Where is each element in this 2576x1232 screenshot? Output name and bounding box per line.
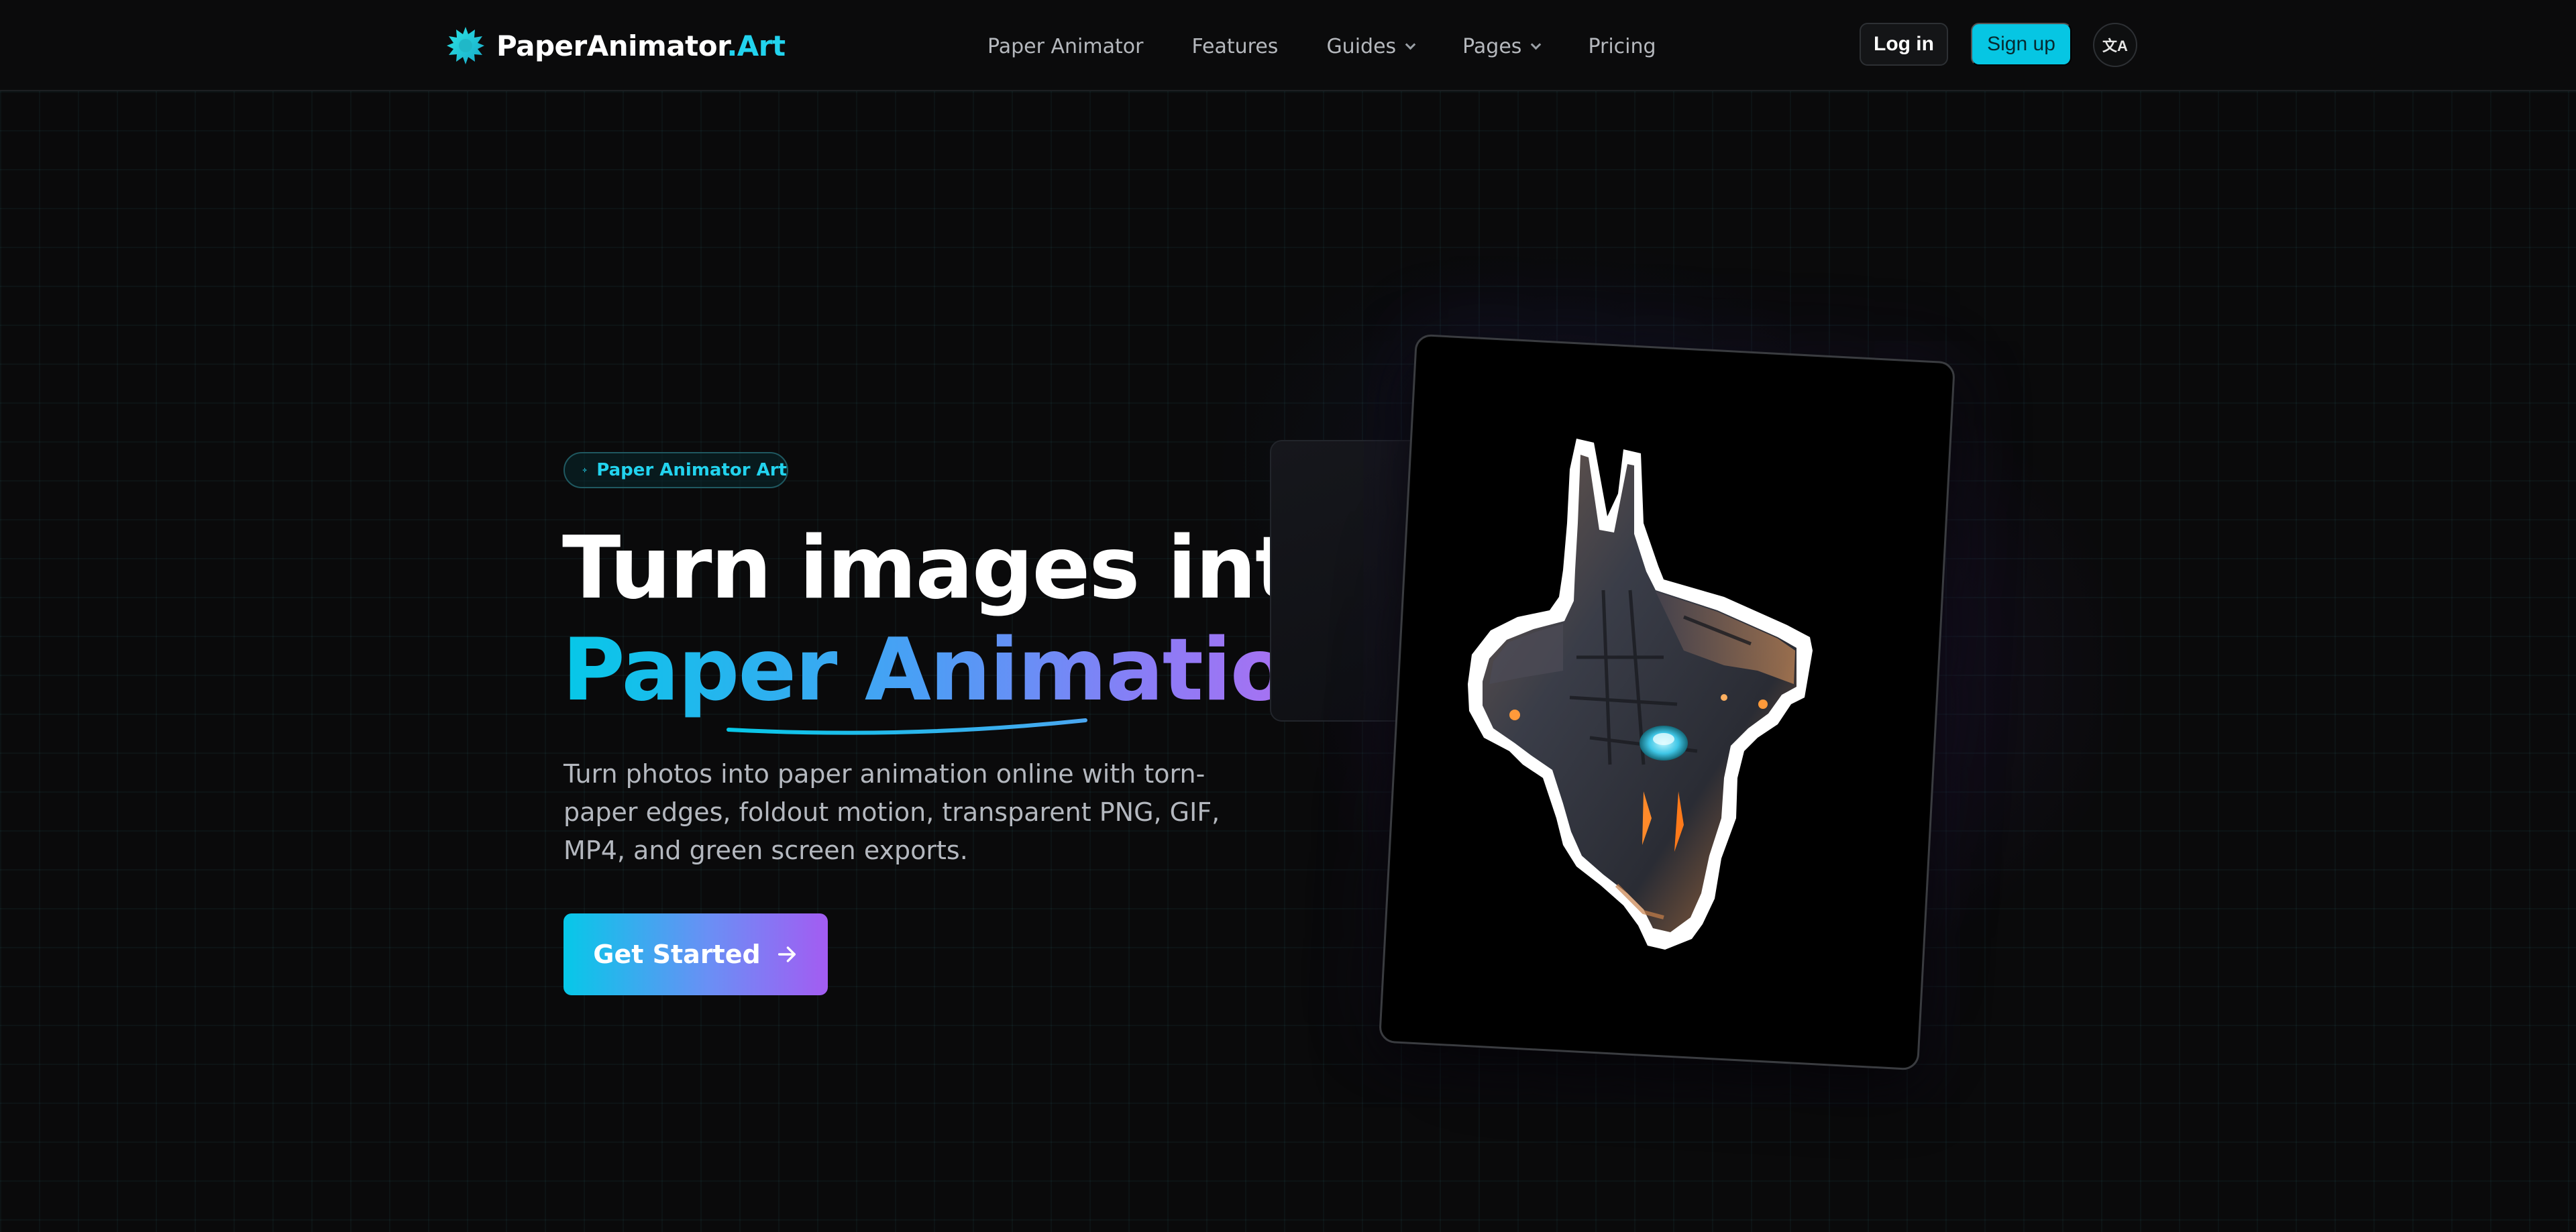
- nav-link-label: Guides: [1326, 34, 1397, 58]
- nav-link-label: Pages: [1462, 34, 1522, 58]
- brand-name-accent: .Art: [727, 29, 786, 62]
- sparkle-icon: [582, 467, 587, 473]
- cta-label: Get Started: [593, 940, 761, 969]
- hero-title: Turn images into: [562, 518, 1354, 618]
- arrow-right-icon: [777, 946, 796, 962]
- nav-link-guides[interactable]: Guides: [1326, 34, 1416, 58]
- main-nav: Paper Animator Features Guides Pages Pri…: [987, 30, 1656, 63]
- nav-link-label: Paper Animator: [987, 34, 1144, 58]
- brand-name-main: PaperAnimator: [496, 29, 727, 62]
- nav-link-pricing[interactable]: Pricing: [1588, 35, 1656, 58]
- get-started-button[interactable]: Get Started: [564, 913, 828, 995]
- nav-link-features[interactable]: Features: [1191, 35, 1278, 58]
- hero-title-accent: Paper Animation: [562, 620, 1349, 720]
- nav-link-pages[interactable]: Pages: [1462, 34, 1542, 58]
- nav-link-label: Pricing: [1588, 34, 1656, 58]
- underline-swash: [727, 718, 1087, 735]
- hero-badge: Paper Animator Art: [564, 452, 788, 488]
- brand-logo[interactable]: PaperAnimator.Art: [445, 24, 786, 67]
- sunburst-logo-icon: [447, 27, 484, 64]
- signup-button[interactable]: Sign up: [1971, 23, 2072, 66]
- top-navbar: PaperAnimator.Art Paper Animator Feature…: [0, 0, 2576, 91]
- login-button[interactable]: Log in: [1860, 23, 1948, 66]
- translate-icon: 文A: [2102, 38, 2128, 54]
- badge-label: Paper Animator Art: [596, 460, 787, 480]
- landing-page: PaperAnimator.Art Paper Animator Feature…: [0, 0, 2576, 1232]
- language-switch-button[interactable]: 文A: [2093, 23, 2137, 67]
- chevron-down-icon: [1531, 39, 1542, 50]
- brand-name: PaperAnimator.Art: [496, 30, 786, 62]
- nav-link-paper-animator[interactable]: Paper Animator: [987, 35, 1143, 58]
- nav-link-label: Features: [1191, 34, 1279, 58]
- chevron-down-icon: [1405, 39, 1416, 50]
- spaceship-sticker-image: [1468, 439, 1813, 950]
- hero-subtitle: Turn photos into paper animation online …: [564, 759, 1220, 865]
